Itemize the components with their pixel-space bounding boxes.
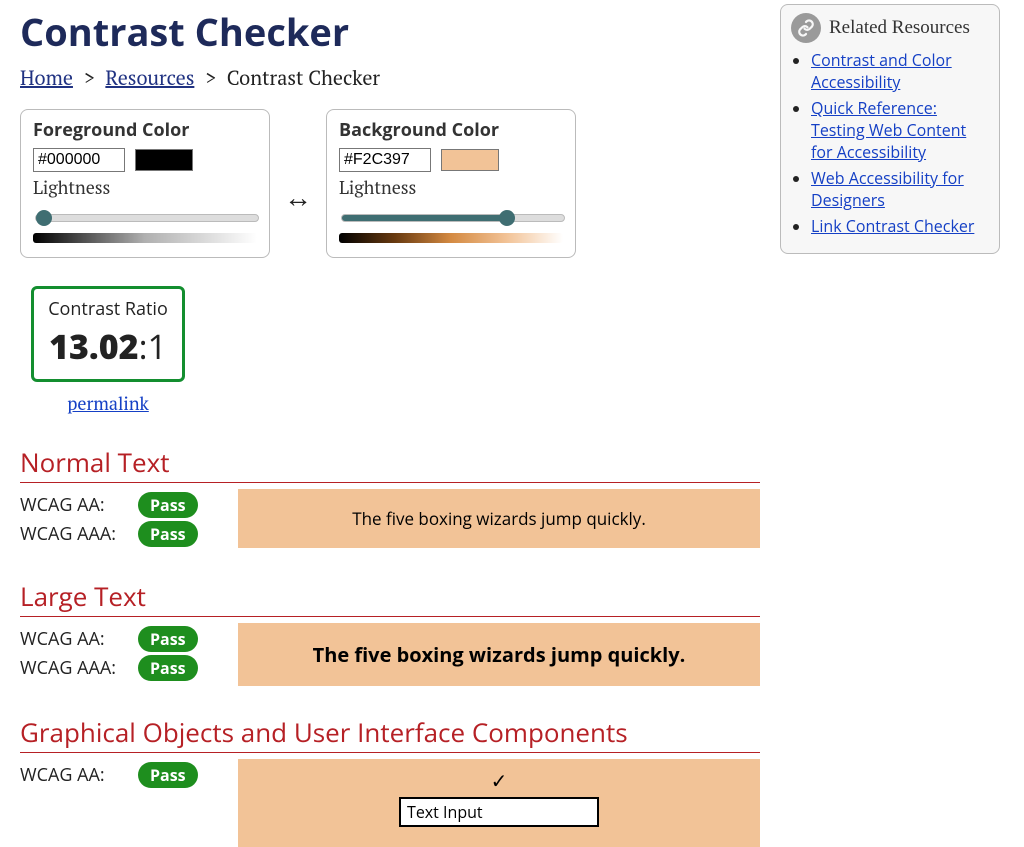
foreground-hex-input[interactable]	[33, 148, 125, 172]
background-gradient	[339, 233, 563, 243]
normal-aaa-badge: Pass	[138, 521, 198, 547]
foreground-panel: Foreground Color Lightness	[20, 109, 270, 258]
check-icon: ✓	[491, 771, 508, 791]
swap-colors-icon[interactable]: ↔	[284, 179, 312, 216]
background-swatch[interactable]	[441, 149, 499, 171]
permalink-link[interactable]: permalink	[28, 392, 188, 416]
related-link[interactable]: Quick Reference: Testing Web Content for…	[811, 97, 966, 163]
breadcrumb-home[interactable]: Home	[20, 64, 73, 91]
section-large-title: Large Text	[20, 578, 760, 617]
background-hex-input[interactable]	[339, 148, 431, 172]
background-panel: Background Color Lightness	[326, 109, 576, 258]
breadcrumb-current: Contrast Checker	[227, 64, 380, 91]
breadcrumb: Home > Resources > Contrast Checker	[20, 64, 760, 91]
breadcrumb-resources[interactable]: Resources	[105, 64, 194, 91]
ui-aa-label: WCAG AA:	[20, 763, 128, 787]
large-aa-label: WCAG AA:	[20, 627, 128, 651]
related-resources-title: Related Resources	[829, 17, 970, 39]
background-title: Background Color	[339, 118, 563, 142]
section-normal-title: Normal Text	[20, 444, 760, 483]
list-item: Web Accessibility for Designers	[811, 167, 989, 211]
breadcrumb-sep: >	[84, 64, 95, 91]
contrast-ratio-suffix: :1	[139, 323, 167, 369]
foreground-gradient	[33, 233, 257, 243]
background-lightness-slider[interactable]	[341, 214, 565, 222]
large-aaa-label: WCAG AAA:	[20, 656, 128, 680]
section-ui-title: Graphical Objects and User Interface Com…	[20, 714, 760, 753]
foreground-swatch[interactable]	[135, 149, 193, 171]
large-aa-badge: Pass	[138, 626, 198, 652]
normal-aa-label: WCAG AA:	[20, 493, 128, 517]
contrast-ratio-label: Contrast Ratio	[48, 297, 168, 321]
normal-sample-box[interactable]: The five boxing wizards jump quickly.	[238, 489, 760, 548]
contrast-ratio-box: Contrast Ratio 13.02:1	[31, 286, 185, 382]
foreground-title: Foreground Color	[33, 118, 257, 142]
ui-aa-badge: Pass	[138, 762, 198, 788]
normal-aaa-label: WCAG AAA:	[20, 522, 128, 546]
normal-aa-badge: Pass	[138, 492, 198, 518]
large-sample-text: The five boxing wizards jump quickly.	[313, 641, 686, 668]
related-resources-panel: Related Resources Contrast and Color Acc…	[780, 4, 1000, 254]
link-icon	[791, 13, 821, 43]
large-sample-box[interactable]: The five boxing wizards jump quickly.	[238, 623, 760, 686]
foreground-lightness-slider[interactable]	[35, 214, 259, 222]
list-item: Link Contrast Checker	[811, 215, 989, 237]
ui-sample-box: ✓	[238, 759, 760, 847]
list-item: Quick Reference: Testing Web Content for…	[811, 97, 989, 163]
page-title: Contrast Checker	[20, 6, 760, 58]
related-link[interactable]: Link Contrast Checker	[811, 215, 974, 237]
large-aaa-badge: Pass	[138, 655, 198, 681]
foreground-lightness-label: Lightness	[33, 176, 257, 200]
related-link[interactable]: Contrast and Color Accessibility	[811, 49, 952, 93]
ui-text-input[interactable]	[399, 797, 599, 827]
list-item: Contrast and Color Accessibility	[811, 49, 989, 93]
background-lightness-label: Lightness	[339, 176, 563, 200]
contrast-ratio-value: 13.02	[49, 323, 139, 369]
breadcrumb-sep: >	[205, 64, 216, 91]
normal-sample-text: The five boxing wizards jump quickly.	[352, 507, 646, 530]
related-link[interactable]: Web Accessibility for Designers	[811, 167, 964, 211]
